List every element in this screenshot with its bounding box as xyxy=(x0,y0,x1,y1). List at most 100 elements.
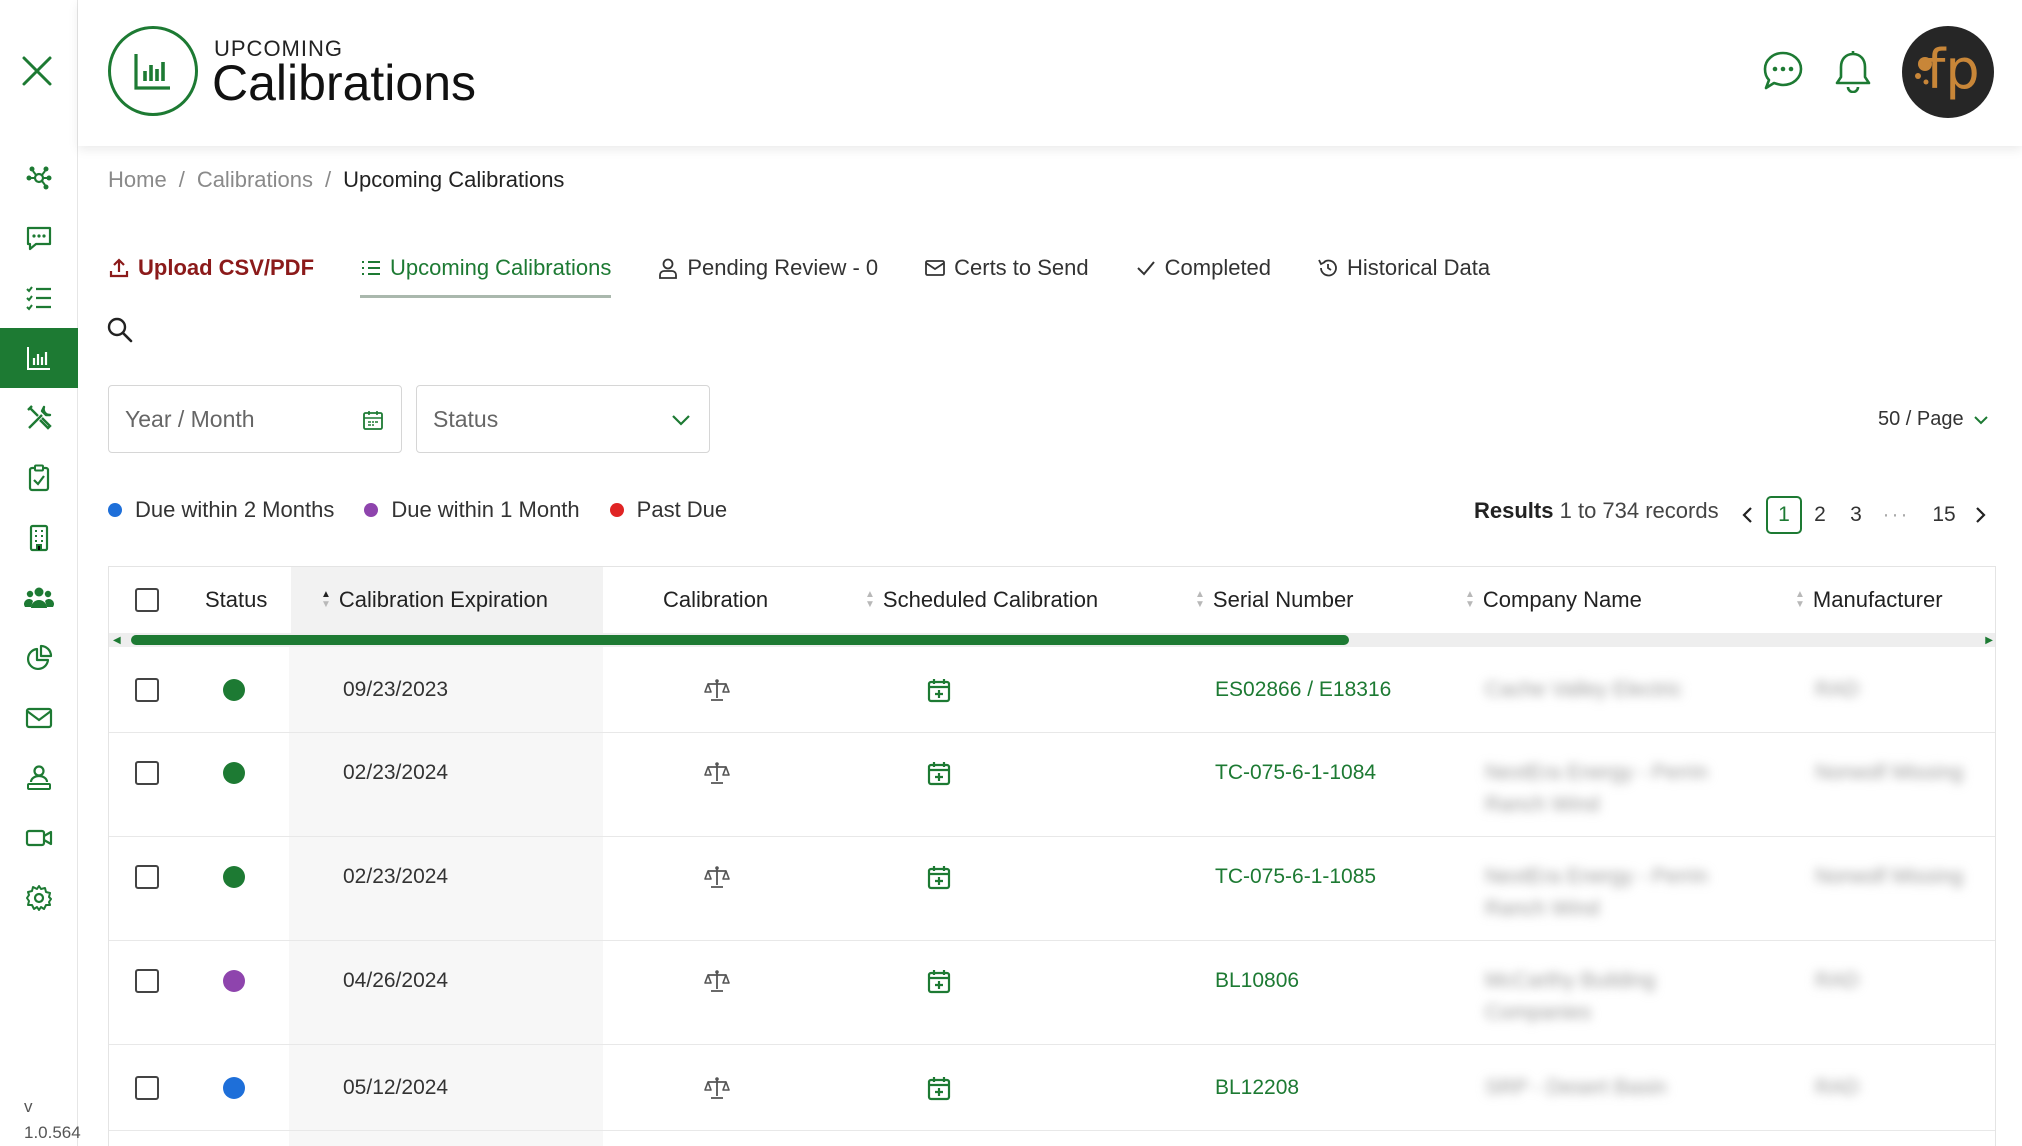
status-dot-icon xyxy=(223,866,245,888)
page-size-select[interactable]: 50 / Page xyxy=(1878,408,1990,431)
sidebar-item-network[interactable] xyxy=(0,148,78,208)
row-checkbox[interactable] xyxy=(135,761,159,785)
sidebar-item-reports[interactable] xyxy=(0,628,78,688)
column-company-name[interactable]: ▲ ▼ Company Name xyxy=(1465,567,1642,633)
history-icon xyxy=(1318,259,1337,277)
prev-page-button[interactable] xyxy=(1730,496,1766,534)
table-row[interactable]: 09/23/2023 ES02866 / E18316 Cache Valley… xyxy=(109,647,1995,733)
calendar-add-icon xyxy=(927,762,951,786)
building-icon xyxy=(29,524,49,552)
page-2-button[interactable]: 2 xyxy=(1802,496,1838,534)
tab-completed[interactable]: Completed xyxy=(1135,246,1271,290)
row-checkbox[interactable] xyxy=(135,865,159,889)
calibration-action[interactable] xyxy=(703,759,731,787)
row-checkbox[interactable] xyxy=(135,678,159,702)
column-calibration[interactable]: Calibration xyxy=(663,567,768,633)
page-3-button[interactable]: 3 xyxy=(1838,496,1874,534)
chevron-down-icon xyxy=(1973,415,1988,424)
search-icon[interactable] xyxy=(106,316,134,344)
scroll-left-icon[interactable]: ◀ xyxy=(113,635,121,646)
tab-certs-to-send[interactable]: Certs to Send xyxy=(924,246,1089,290)
calibration-action[interactable] xyxy=(703,863,731,891)
notifications-button[interactable] xyxy=(1830,48,1876,94)
page-ellipsis[interactable]: ··· xyxy=(1874,496,1918,534)
sidebar-item-team[interactable] xyxy=(0,748,78,808)
year-month-picker[interactable]: Year / Month xyxy=(108,385,402,453)
close-menu-icon[interactable] xyxy=(18,52,56,90)
checklist-icon xyxy=(26,286,51,311)
sidebar-item-checklist[interactable] xyxy=(0,268,78,328)
schedule-calibration-action[interactable] xyxy=(927,968,951,994)
schedule-calibration-action[interactable] xyxy=(927,760,951,786)
status-placeholder: Status xyxy=(433,405,499,432)
sidebar-item-video[interactable] xyxy=(0,808,78,868)
breadcrumb-home[interactable]: Home xyxy=(108,167,167,193)
page-1-button[interactable]: 1 xyxy=(1766,496,1802,534)
column-calibration-expiration[interactable]: ▲ ▼ Calibration Expiration xyxy=(291,567,603,633)
table-row[interactable]: 04/26/2024 BL10806 McCarthy Building Com… xyxy=(109,941,1995,1045)
table-row[interactable]: 05/12/2024 BL12208 SRP - Desert Basin RA… xyxy=(109,1045,1995,1131)
calibration-action[interactable] xyxy=(703,676,731,704)
calibration-action[interactable] xyxy=(703,1074,731,1102)
tab-pending-review[interactable]: Pending Review - 0 xyxy=(657,246,878,290)
column-serial-number[interactable]: ▲ ▼ Serial Number xyxy=(1195,567,1354,633)
page-title: Calibrations xyxy=(212,55,477,111)
row-checkbox[interactable] xyxy=(135,1076,159,1100)
column-status[interactable]: Status xyxy=(205,567,267,633)
manufacturer-cell: Norwolf Missing xyxy=(1815,865,1964,888)
schedule-calibration-action[interactable] xyxy=(927,1075,951,1101)
serial-number-link[interactable]: BL12208 xyxy=(1215,1074,1299,1102)
column-manufacturer[interactable]: ▲ ▼ Manufacturer xyxy=(1795,567,1943,633)
bell-icon xyxy=(1835,51,1871,93)
user-avatar[interactable]: fp xyxy=(1902,26,1994,118)
horizontal-scrollbar[interactable]: ◀ ▶ xyxy=(109,633,1995,647)
tab-label: Pending Review - 0 xyxy=(687,255,879,280)
expiration-cell: 05/12/2024 xyxy=(343,1076,449,1099)
schedule-calibration-action[interactable] xyxy=(927,864,951,890)
table-row[interactable]: 02/23/2024 TC-075-6-1-1084 NextEra Energ… xyxy=(109,733,1995,837)
scroll-right-icon[interactable]: ▶ xyxy=(1985,635,1993,646)
calendar-add-icon xyxy=(927,970,951,994)
sidebar-item-tasks[interactable] xyxy=(0,448,78,508)
sidebar-item-calibrations[interactable] xyxy=(0,328,78,388)
sidebar-item-mail[interactable] xyxy=(0,688,78,748)
column-scheduled-calibration[interactable]: ▲ ▼ Scheduled Calibration xyxy=(865,567,1098,633)
tab-historical-data[interactable]: Historical Data xyxy=(1317,246,1490,290)
sidebar-item-companies[interactable] xyxy=(0,508,78,568)
schedule-calibration-action[interactable] xyxy=(927,677,951,703)
next-page-button[interactable] xyxy=(1962,496,1998,534)
purple-dot-icon xyxy=(364,503,379,517)
mail-icon xyxy=(925,260,946,276)
breadcrumb-separator: / xyxy=(178,167,185,192)
table-row[interactable]: 02/23/2024 TC-075-6-1-1085 NextEra Energ… xyxy=(109,837,1995,941)
sidebar-item-users[interactable] xyxy=(0,568,78,628)
status-select[interactable]: Status xyxy=(416,385,710,453)
scrollbar-thumb[interactable] xyxy=(131,635,1349,645)
breadcrumb-calibrations[interactable]: Calibrations xyxy=(197,167,313,193)
video-icon xyxy=(25,829,53,847)
row-select-cell xyxy=(135,761,159,785)
serial-number-link[interactable]: TC-075-6-1-1084 xyxy=(1215,759,1376,787)
select-all-cell xyxy=(135,567,175,633)
select-all-checkbox[interactable] xyxy=(135,588,159,612)
red-dot-icon xyxy=(609,503,624,517)
sidebar-item-tools[interactable] xyxy=(0,388,78,448)
blue-dot-icon xyxy=(108,503,122,517)
calibration-action[interactable] xyxy=(703,967,731,995)
serial-number-link[interactable]: TC-075-6-1-1085 xyxy=(1215,863,1376,891)
chevron-down-icon xyxy=(672,415,690,426)
sidebar-item-messages[interactable] xyxy=(0,208,78,268)
chevron-right-icon xyxy=(1976,507,1986,523)
tab-bar: Upload CSV/PDF Upcoming Calibrations Pen… xyxy=(108,246,1536,298)
sidebar-item-settings[interactable] xyxy=(0,868,78,928)
tab-upcoming-calibrations[interactable]: Upcoming Calibrations xyxy=(360,246,612,298)
tab-upload-csv-pdf[interactable]: Upload CSV/PDF xyxy=(108,246,314,290)
serial-number-link[interactable]: BL10806 xyxy=(1215,967,1299,995)
serial-number-link[interactable]: ES02866 / E18316 xyxy=(1215,676,1391,704)
page-15-button[interactable]: 15 xyxy=(1926,496,1962,534)
messages-button[interactable] xyxy=(1760,48,1806,94)
version-label: v xyxy=(24,1097,33,1116)
row-checkbox[interactable] xyxy=(135,969,159,993)
user-icon xyxy=(659,258,678,279)
status-legend: Due within 2 Months Due within 1 Month P… xyxy=(108,497,757,523)
